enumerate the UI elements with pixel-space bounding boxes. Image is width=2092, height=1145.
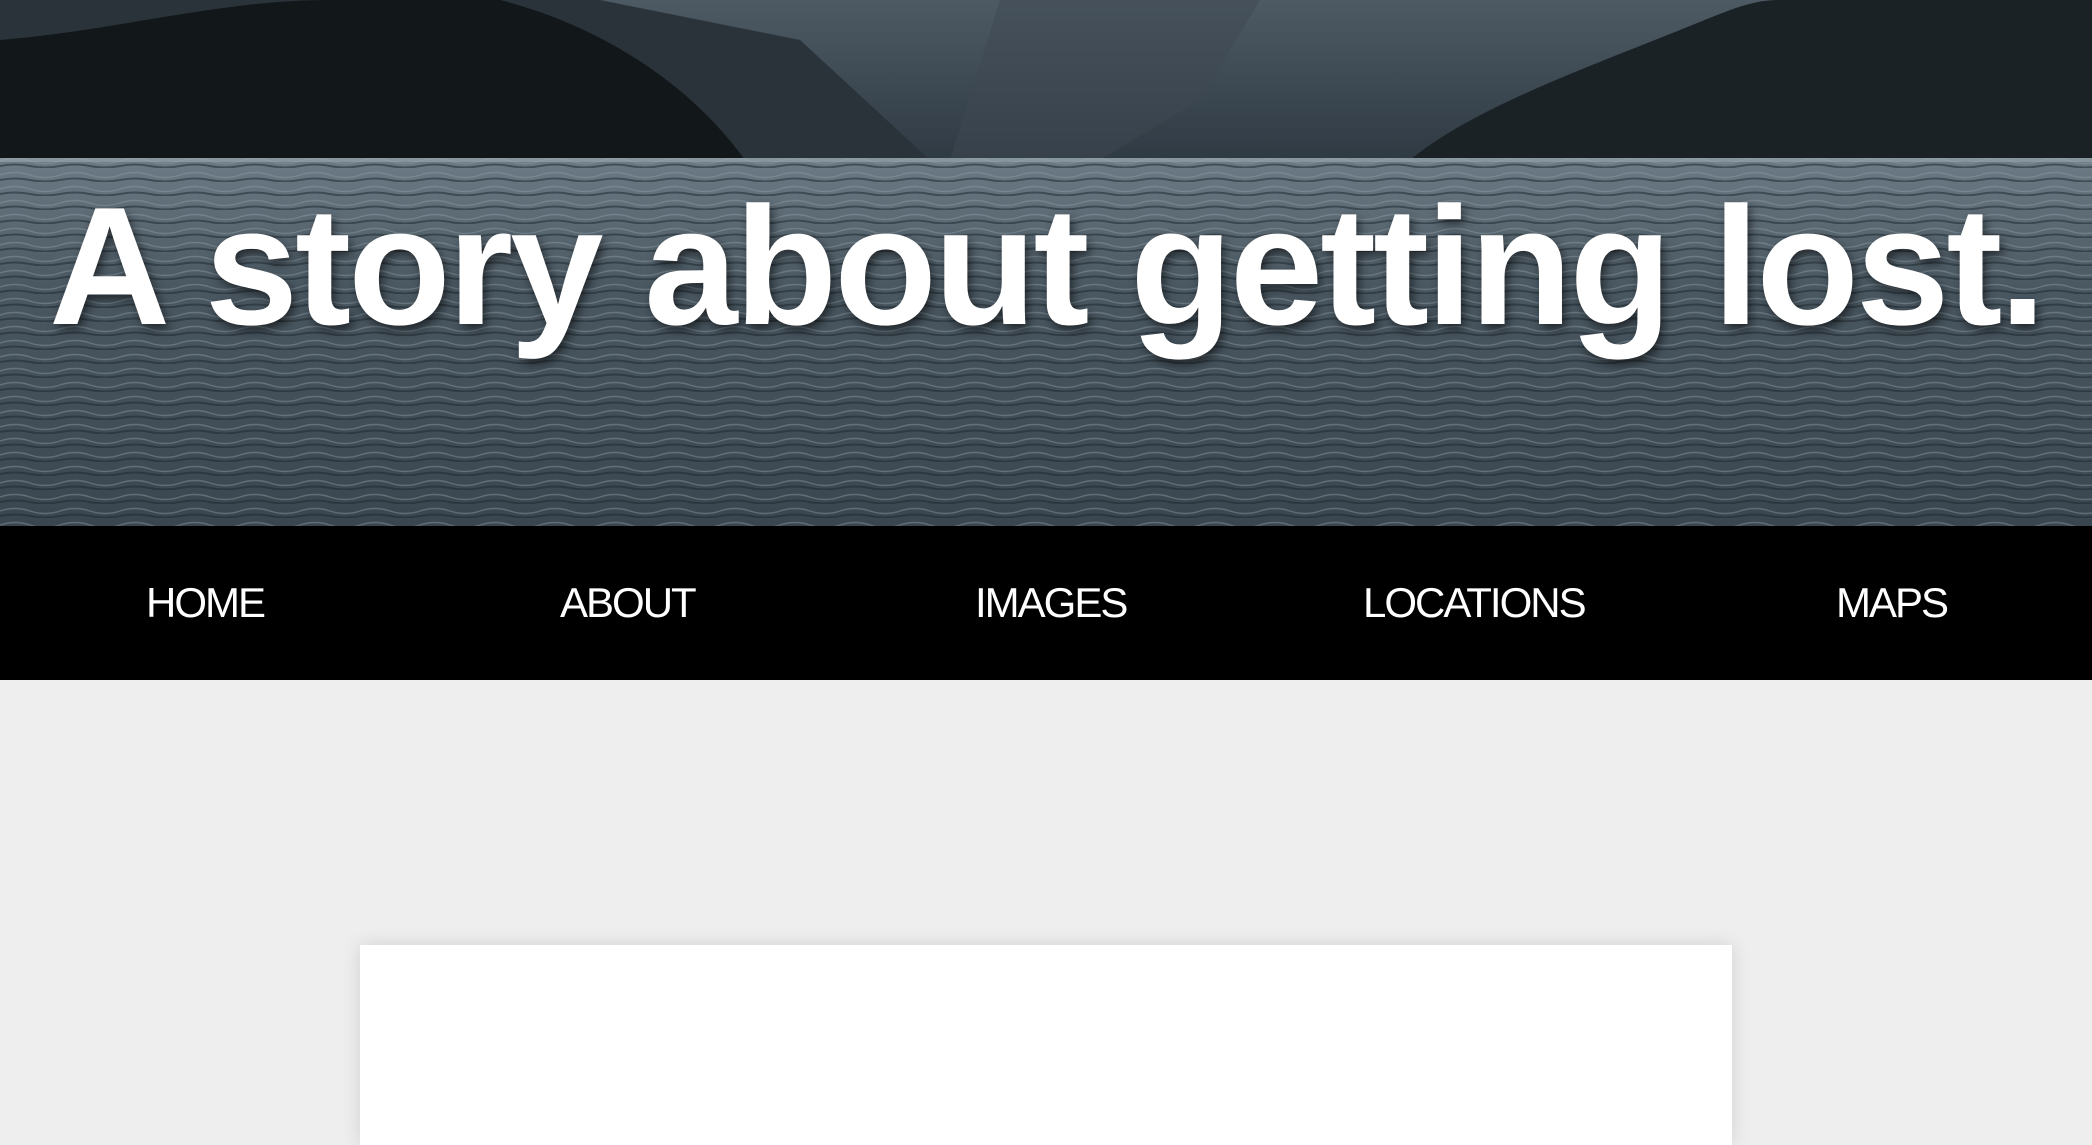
nav-item-locations[interactable]: LOCATIONS <box>1363 526 1587 680</box>
nav-item-home[interactable]: HOME <box>146 526 266 680</box>
main-content <box>0 680 2092 1145</box>
nav-item-images[interactable]: IMAGES <box>975 526 1128 680</box>
nav-item-about[interactable]: ABOUT <box>560 526 697 680</box>
main-nav: HOME ABOUT IMAGES LOCATIONS MAPS <box>0 526 2092 680</box>
nav-item-maps[interactable]: MAPS <box>1836 526 1949 680</box>
hero-banner: A story about getting lost. <box>0 0 2092 526</box>
content-card <box>360 945 1732 1145</box>
hero-title: A story about getting lost. <box>48 172 2046 360</box>
